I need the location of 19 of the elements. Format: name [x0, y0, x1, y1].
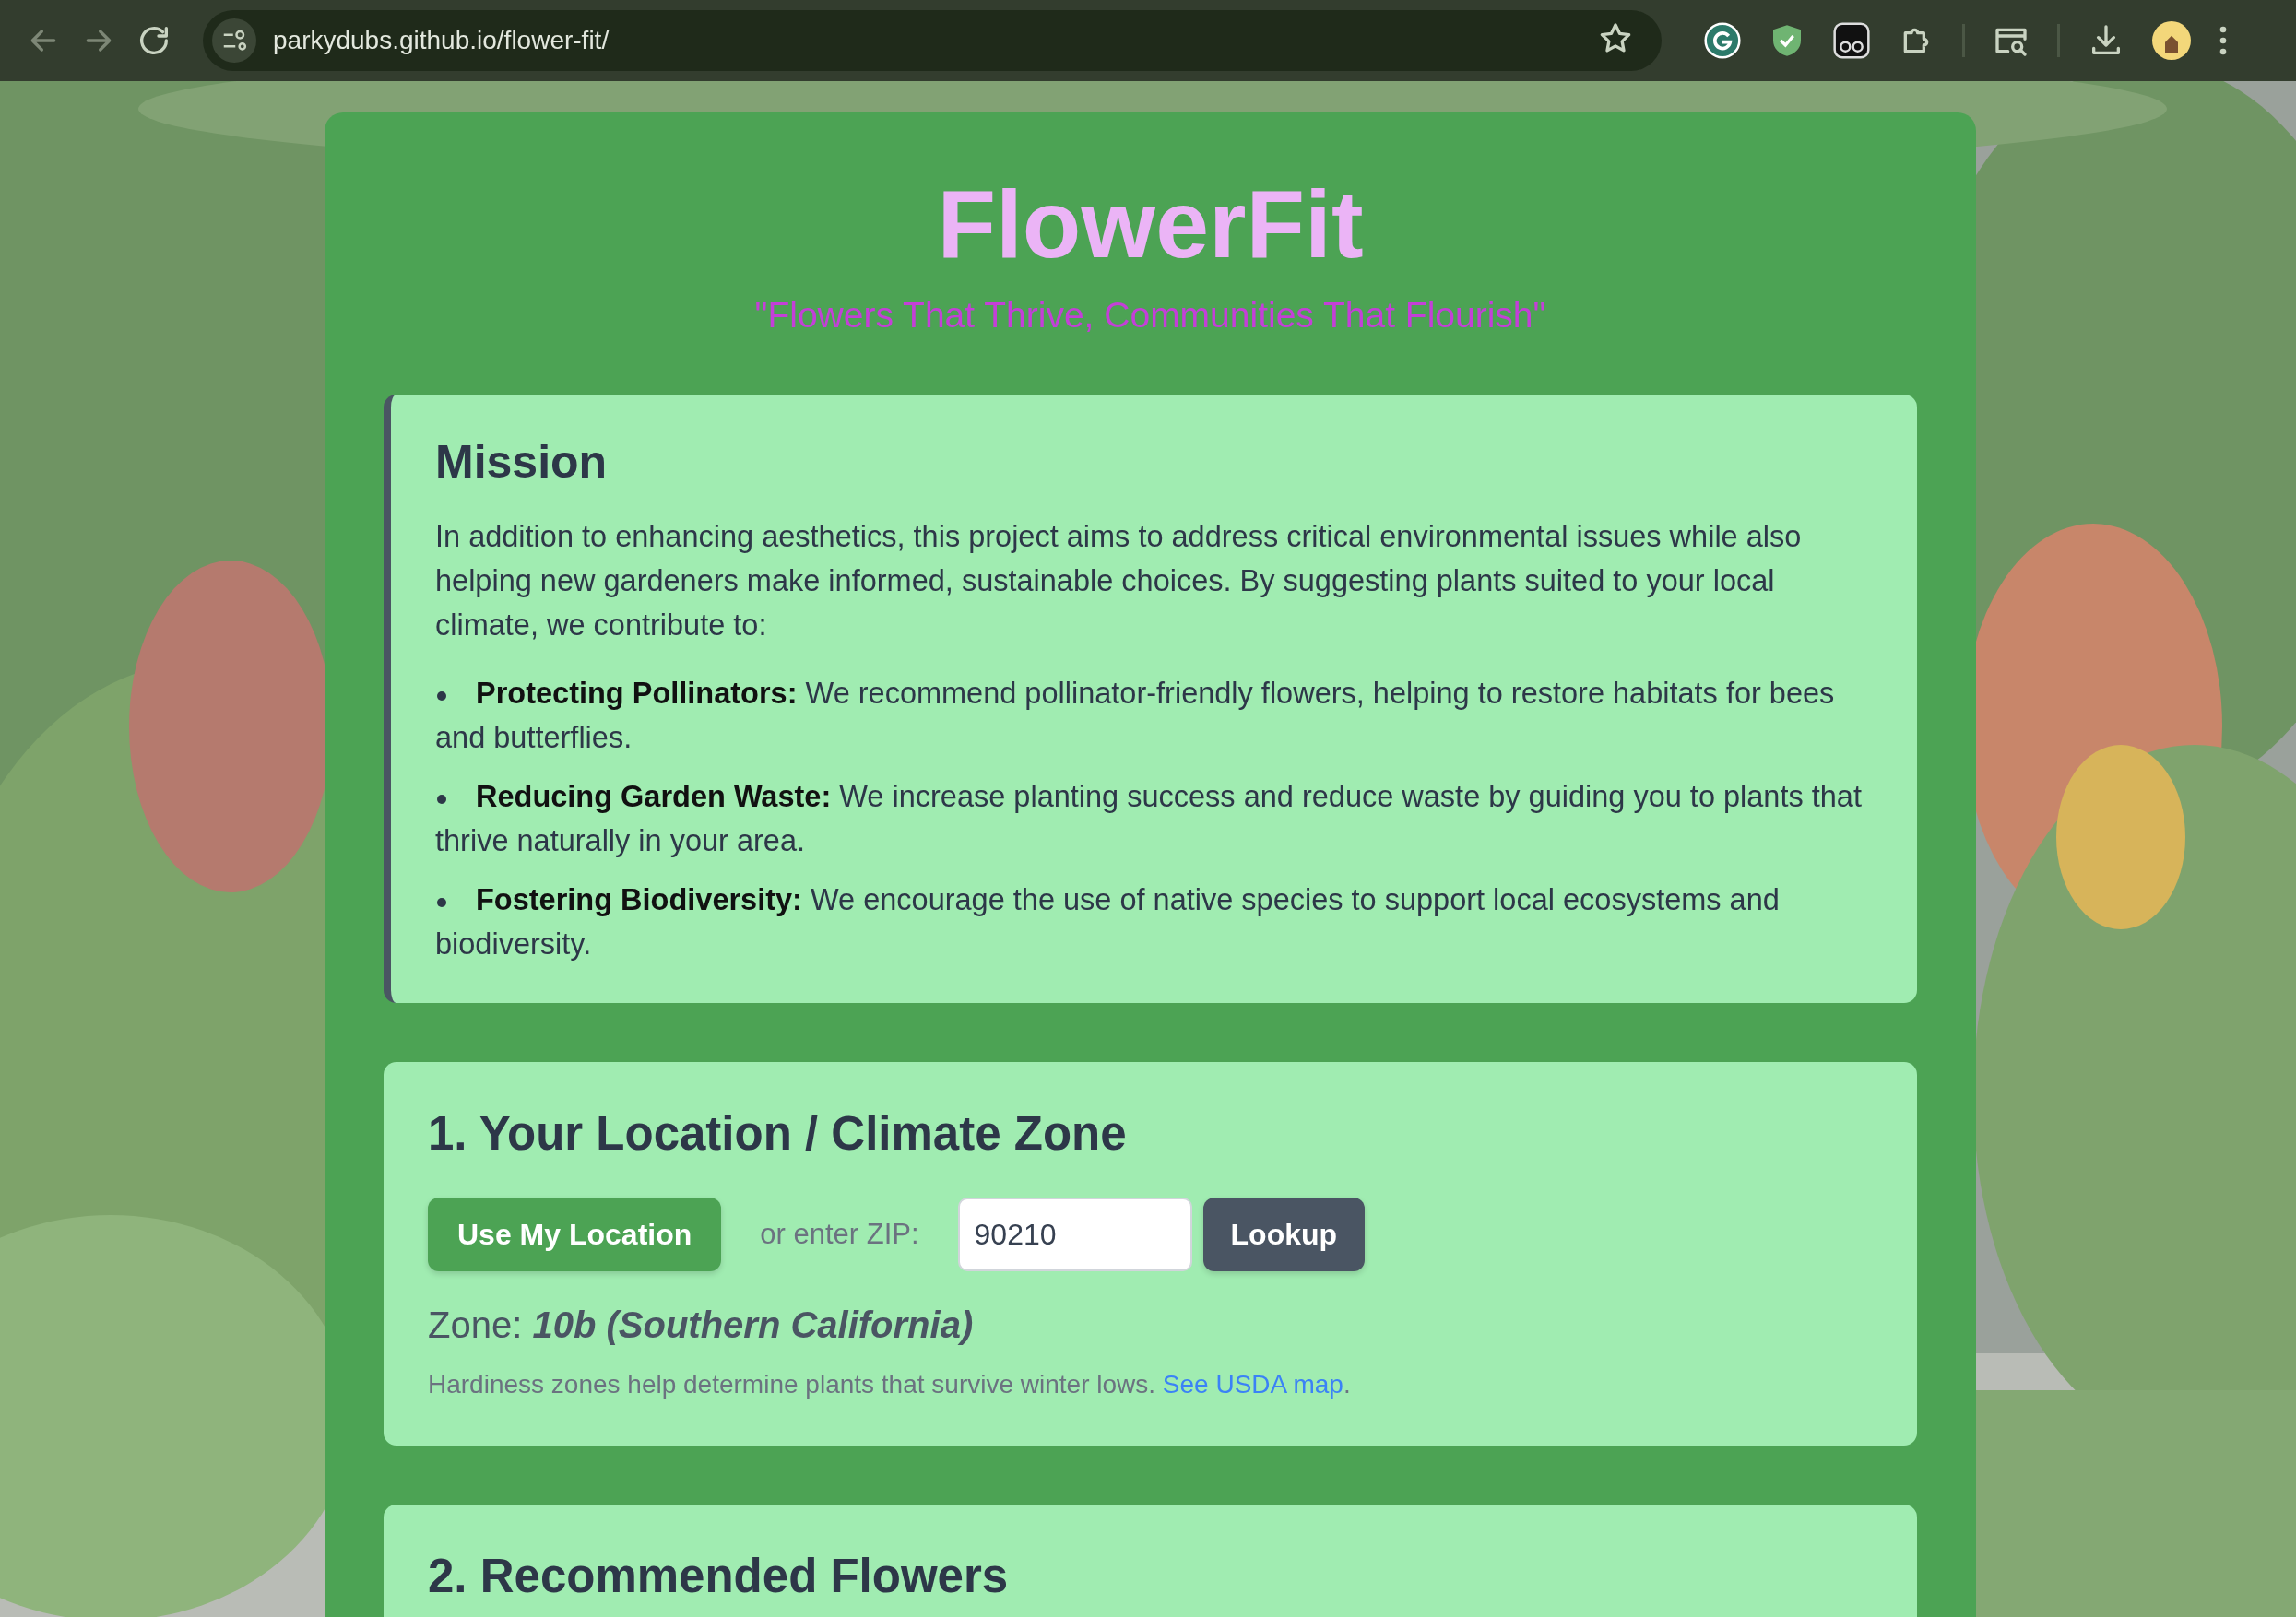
- list-item: Fostering Biodiversity: We encourage the use of native species to support local ecosystems and biodiversity.: [435, 882, 1781, 963]
- app-title: FlowerFit: [937, 171, 1364, 277]
- zip-field[interactable]: 90210: [957, 1198, 1192, 1272]
- list-item: Protecting Pollinators: We recommend pollinator-friendly flowers, helping to restore habitats for bees and butterflies.: [435, 676, 1836, 757]
- hint-text: Hardiness zones help determine plants that survive winter lows. See USDA map.: [428, 1370, 1351, 1400]
- site-settings-icon[interactable]: [212, 18, 256, 63]
- letter-g-icon[interactable]: [1704, 22, 1741, 59]
- zip-label: or enter ZIP:: [760, 1218, 919, 1252]
- list-item: Reducing Garden Waste: We increase planting success and reduce waste by guiding you to plants that thrive naturally in your area.: [435, 779, 1863, 860]
- tagline: "Flowers That Thrive, Communities That Flourish": [754, 295, 1546, 336]
- menu-icon[interactable]: [2219, 24, 2228, 57]
- glasses-icon[interactable]: [1833, 22, 1870, 59]
- section-heading: 2. Recommended Flowers: [428, 1549, 1009, 1604]
- lookup-button[interactable]: Lookup: [1202, 1198, 1366, 1272]
- zone-result: Zone: 10b (Southern California): [428, 1304, 974, 1347]
- mission-text: In addition to enhancing aesthetics, this project aims to address critical environmental issues while also helping new gardeners make informed, sustainable choices. By suggesting plants suited to your local climate, we contribute to:: [435, 519, 1803, 644]
- section-heading: Mission: [435, 435, 608, 490]
- section-heading: 1. Your Location / Climate Zone: [428, 1106, 1127, 1162]
- avatar-icon[interactable]: [2152, 21, 2191, 60]
